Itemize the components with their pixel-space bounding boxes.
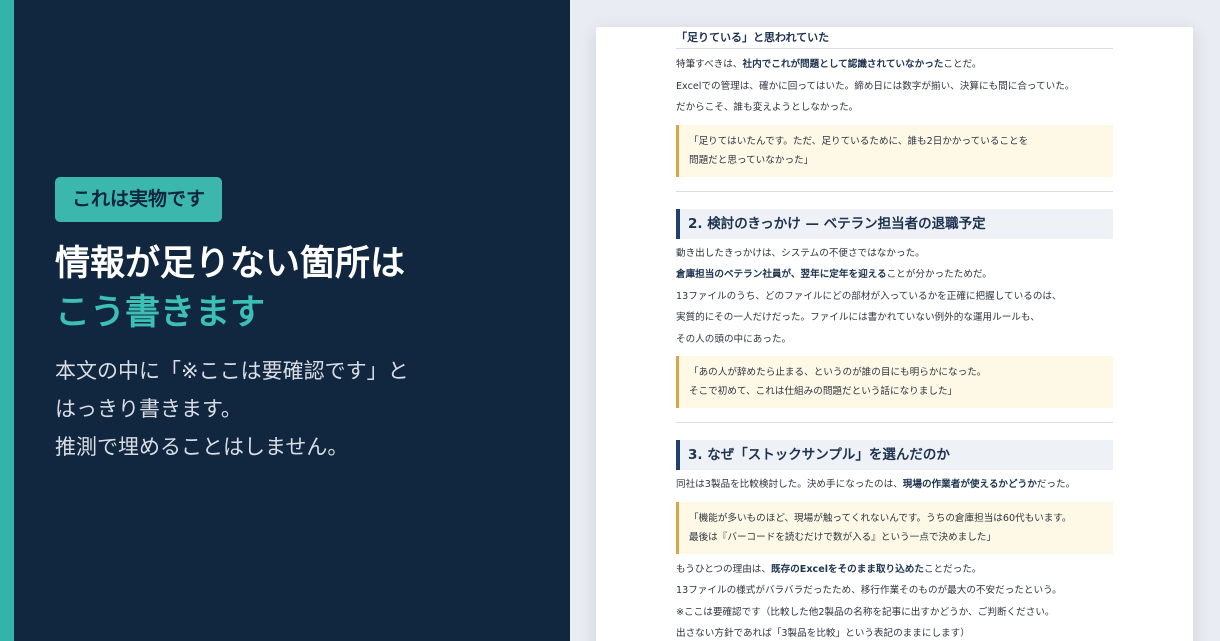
headline: 情報が足りない箇所は こう書きます (55, 240, 405, 338)
paragraph: 倉庫担当のベテラン社員が、翌年に定年を迎えることが分かったためだ。 (676, 269, 992, 280)
headline-line2: こう書きます (55, 293, 266, 333)
paragraph: Excelでの管理は、確かに回ってはいた。締め日には数字が揃い、決算にも間に合っ… (676, 80, 1075, 92)
paragraph: 動き出したきっかけは、システムの不便さではなかった。 (676, 247, 925, 259)
paragraph: 出さない方針であれば「3製品を比較」という表記のままにします） (676, 628, 970, 639)
accent-stripe (0, 0, 14, 641)
section-heading: 2. 検討のきっかけ — ベテラン担当者の退職予定 (676, 208, 1113, 239)
paragraph: だからこそ、誰も変えようとしなかった。 (676, 102, 859, 113)
paragraph: 特筆すべきは、社内でこれが問題として認識されていなかったことだ。 (676, 59, 982, 70)
paragraph: 13ファイルのうち、どのファイルにどの部材が入っているかを正確に把握しているのは… (676, 290, 1062, 302)
quote-block: 「あの人が辞めたら止まる、というのが誰の目にも明らかになった。 そこで初めて、こ… (676, 356, 1113, 408)
headline-line1: 情報が足りない箇所は (55, 244, 406, 284)
left-panel: これは実物です 情報が足りない箇所は こう書きます 本文の中に「※ここは要確認で… (0, 0, 570, 641)
document-body: 「足りている」と思われていた 特筆すべきは、社内でこれが問題として認識されていな… (676, 27, 1113, 641)
paragraph: 実質的にその一人だけだった。ファイルには書かれていない例外的な運用ルールも、 (676, 312, 1040, 323)
paragraph: 13ファイルの様式がバラバラだったため、移行作業そのものが最大の不安だったという… (676, 585, 1062, 596)
needs-confirmation-note: ※ここは要確認です（比較した他2製品の名称を記事に出すかどうか、ご判断ください。 (676, 606, 1055, 618)
lead-text: 本文の中に「※ここは要確認です」と はっきり書きます。 推測で埋めることはしませ… (55, 352, 409, 466)
paragraph: もうひとつの理由は、既存のExcelをそのまま取り込めたことだった。 (676, 563, 982, 575)
quote-block: 「機能が多いものほど、現場が触ってくれないんです。うちの倉庫担当は60代もいます… (676, 501, 1113, 554)
real-example-badge: これは実物です (55, 177, 223, 222)
paragraph: その人の頭の中にあった。 (676, 333, 792, 345)
section-heading: 3. なぜ「ストックサンプル」を選んだのか (676, 440, 1113, 470)
quote-block: 「足りてはいたんです。ただ、足りているために、誰も2日かかっていることを 問題だ… (676, 124, 1113, 177)
lead-line: 推測で埋めることはしません。 (55, 435, 349, 459)
paragraph: 同社は3製品を比較検討した。決め手になったのは、現場の作業者が使えるかどうかだっ… (676, 479, 1076, 490)
lead-line: はっきり書きます。 (55, 397, 242, 421)
lead-line: 本文の中に「※ここは要確認です」と (55, 359, 409, 383)
document-preview: 「足りている」と思われていた 特筆すべきは、社内でこれが問題として認識されていな… (596, 27, 1193, 641)
subheading: 「足りている」と思われていた (676, 27, 1113, 49)
